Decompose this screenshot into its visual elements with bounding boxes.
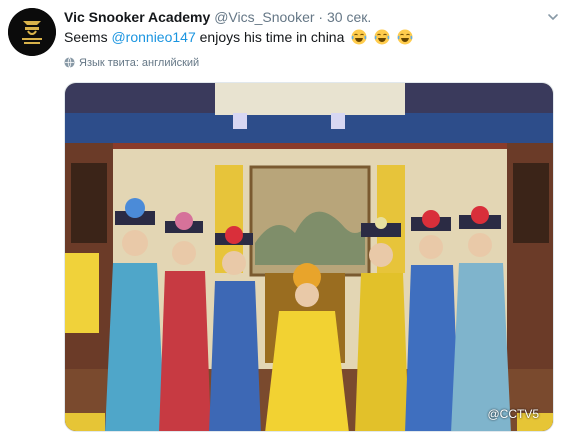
tweet-photo[interactable]: @CCTV5 bbox=[64, 82, 554, 432]
laughing-emoji-icon bbox=[397, 29, 413, 45]
tweet-text-before: Seems bbox=[64, 29, 112, 45]
tweet-header: Vic Snooker Academy @Vics_Snooker · 30 с… bbox=[64, 8, 540, 26]
photo-scene bbox=[65, 83, 553, 431]
tweet-text: Seems @ronnieo147 enjoys his time in chi… bbox=[64, 27, 560, 47]
academy-logo bbox=[8, 8, 56, 56]
header-separator: · bbox=[318, 9, 324, 25]
tweet-timestamp[interactable]: 30 сек. bbox=[327, 9, 371, 25]
photo-watermark: @CCTV5 bbox=[487, 407, 539, 421]
tweet-text-after: enjoys his time in china bbox=[195, 29, 345, 45]
author-name[interactable]: Vic Snooker Academy bbox=[64, 9, 210, 25]
chevron-down-icon[interactable] bbox=[546, 10, 560, 24]
language-label: Язык твита: английский bbox=[79, 57, 200, 69]
laughing-emoji-icon bbox=[374, 29, 390, 45]
mention-link[interactable]: @ronnieo147 bbox=[111, 29, 195, 45]
globe-icon bbox=[64, 57, 75, 68]
translation-note: Язык твита: английский bbox=[64, 56, 199, 70]
laughing-emoji-icon bbox=[351, 29, 367, 45]
author-avatar[interactable] bbox=[8, 8, 56, 56]
author-handle[interactable]: @Vics_Snooker bbox=[214, 9, 314, 25]
tweet-card[interactable]: Vic Snooker Academy @Vics_Snooker · 30 с… bbox=[0, 0, 570, 444]
